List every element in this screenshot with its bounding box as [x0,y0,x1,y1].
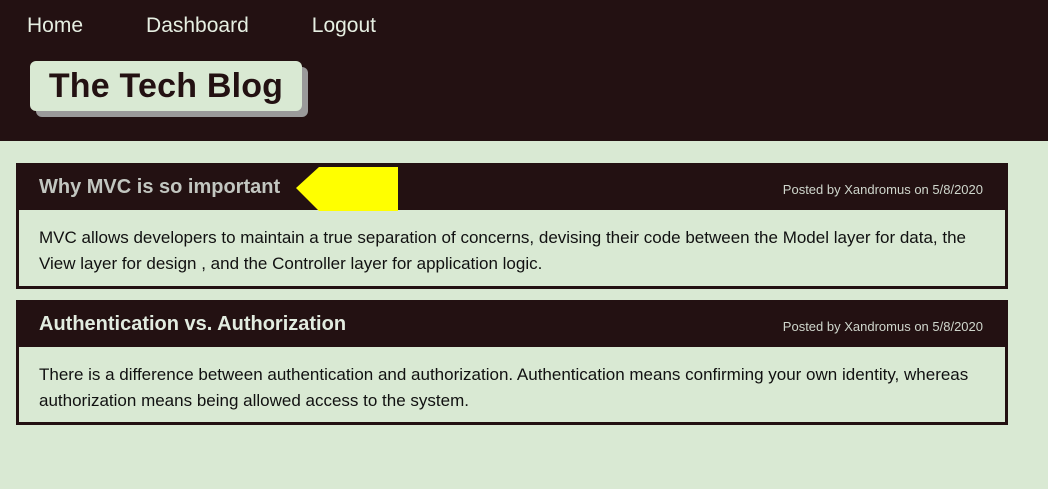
post-title[interactable]: Authentication vs. Authorization [39,313,346,336]
post-body: There is a difference between authentica… [39,365,969,410]
post-header: Why MVC is so important Posted by Xandro… [19,166,1005,210]
logo-box: The Tech Blog [30,61,302,111]
site-title: The Tech Blog [48,66,284,105]
post-meta: Posted by Xandromus on 5/8/2020 [782,182,983,197]
nav-home-link[interactable]: Home [27,14,83,38]
site-header: Home Dashboard Logout The Tech Blog [0,0,1048,141]
post-title[interactable]: Why MVC is so important [39,176,280,199]
nav-bar: Home Dashboard Logout [27,14,439,38]
post-meta: Posted by Xandromus on 5/8/2020 [782,319,983,334]
nav-dashboard-link[interactable]: Dashboard [146,14,249,38]
pointer-arrow-icon [296,167,398,211]
nav-logout-link[interactable]: Logout [312,14,376,38]
post-card[interactable]: Authentication vs. Authorization Posted … [16,300,1008,425]
post-header: Authentication vs. Authorization Posted … [19,303,1005,347]
post-card[interactable]: Why MVC is so important Posted by Xandro… [16,163,1008,289]
site-logo[interactable]: The Tech Blog [30,61,308,117]
post-body: MVC allows developers to maintain a true… [39,228,967,273]
